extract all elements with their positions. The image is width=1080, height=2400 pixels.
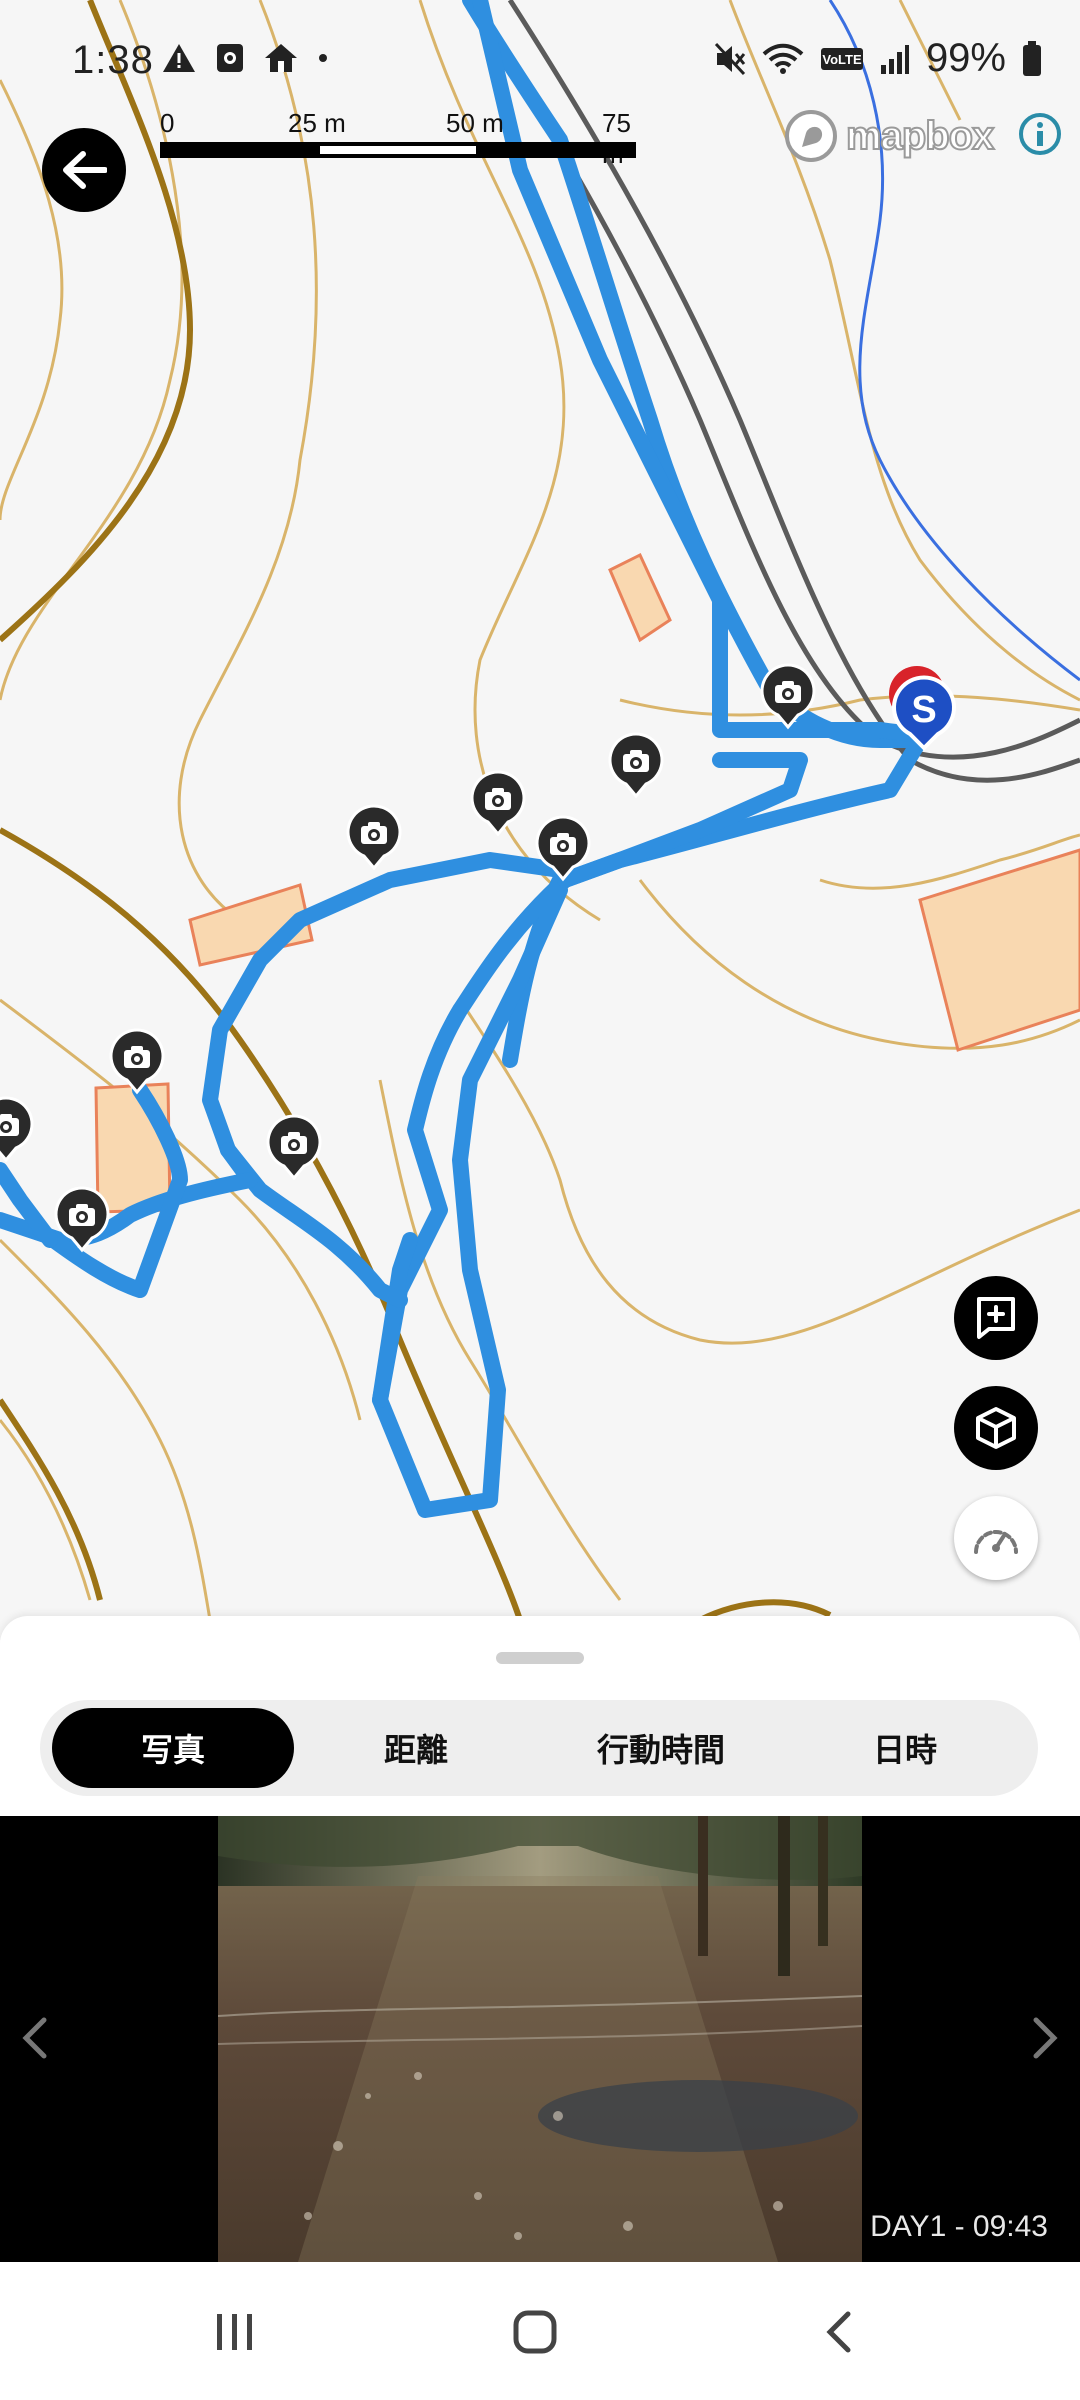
home-button[interactable] (500, 2302, 570, 2362)
3d-view-button[interactable] (954, 1386, 1038, 1470)
tab-distance[interactable]: 距離 (295, 1708, 537, 1788)
back-nav-button[interactable] (804, 2302, 874, 2362)
signal-icon (880, 44, 909, 74)
mute-icon (714, 42, 746, 75)
cube-icon (976, 1407, 1016, 1449)
back-icon (826, 2311, 851, 2353)
system-nav-bar (0, 2262, 1080, 2400)
previous-photo-icon[interactable] (16, 2016, 56, 2060)
recent-apps-button[interactable] (200, 2302, 270, 2362)
photo-marker[interactable] (760, 663, 816, 729)
dot-icon (319, 54, 327, 62)
photo-viewer[interactable]: DAY1 - 09:43 (0, 1816, 1080, 2262)
warning-icon (163, 44, 195, 72)
svg-text:VoLTE: VoLTE (822, 52, 862, 67)
status-bar: 1:38 VoLTE 99% (0, 0, 1080, 120)
scale-label-50: 50 m (446, 108, 504, 138)
arrow-left-icon (63, 151, 107, 189)
status-icons-right: VoLTE 99% (714, 36, 1042, 81)
photo-marker[interactable] (54, 1186, 110, 1252)
add-note-button[interactable] (954, 1276, 1038, 1360)
battery-icon (1023, 40, 1041, 76)
photo-marker[interactable] (608, 732, 664, 798)
tab-activity-time[interactable]: 行動時間 (540, 1708, 782, 1788)
sheet-drag-handle[interactable] (496, 1652, 584, 1664)
photo-marker[interactable] (470, 770, 526, 836)
volte-icon: VoLTE (820, 47, 863, 70)
scale-label-0: 0 (160, 108, 175, 138)
status-icons-left (162, 42, 328, 74)
home-icon (513, 2310, 557, 2354)
sheet-tabs: 写真 距離 行動時間 日時 (40, 1700, 1038, 1796)
photo-markers[interactable]: S (0, 0, 1080, 1640)
scale-bar: 0 25 m 50 m 75 m (160, 108, 640, 169)
mapbox-attribution[interactable]: mapbox (784, 108, 995, 164)
photo-marker[interactable] (535, 815, 591, 881)
photo-caption: DAY1 - 09:43 (870, 2210, 1048, 2243)
recent-apps-icon (217, 2314, 252, 2350)
home-icon (265, 44, 297, 72)
start-marker-label: S (911, 689, 936, 731)
status-time: 1:38 (72, 38, 154, 82)
speedometer-button[interactable] (954, 1496, 1038, 1580)
wifi-icon (762, 43, 804, 74)
speedometer-icon (974, 1530, 1018, 1554)
add-note-icon (977, 1297, 1015, 1339)
scale-label-75: 75 m (602, 108, 631, 169)
photo-marker[interactable] (0, 1096, 34, 1162)
map-view[interactable]: S (0, 0, 1080, 1640)
start-marker[interactable]: S (889, 666, 956, 751)
tab-datetime[interactable]: 日時 (784, 1708, 1026, 1788)
info-icon[interactable] (1018, 112, 1062, 156)
screen-record-icon (217, 44, 243, 72)
photo-marker[interactable] (266, 1114, 322, 1180)
trail-photo[interactable] (218, 1816, 862, 2262)
back-button[interactable] (42, 128, 126, 212)
scale-label-25: 25 m (288, 108, 346, 138)
photo-marker[interactable] (109, 1028, 165, 1094)
mapbox-logo-icon (785, 110, 837, 162)
tab-photos[interactable]: 写真 (52, 1708, 294, 1788)
next-photo-icon[interactable] (1024, 2016, 1064, 2060)
photo-marker[interactable] (346, 804, 402, 870)
battery-percent: 99% (925, 36, 1006, 80)
mapbox-wordmark: mapbox (845, 113, 995, 159)
scale-segment (320, 146, 476, 154)
